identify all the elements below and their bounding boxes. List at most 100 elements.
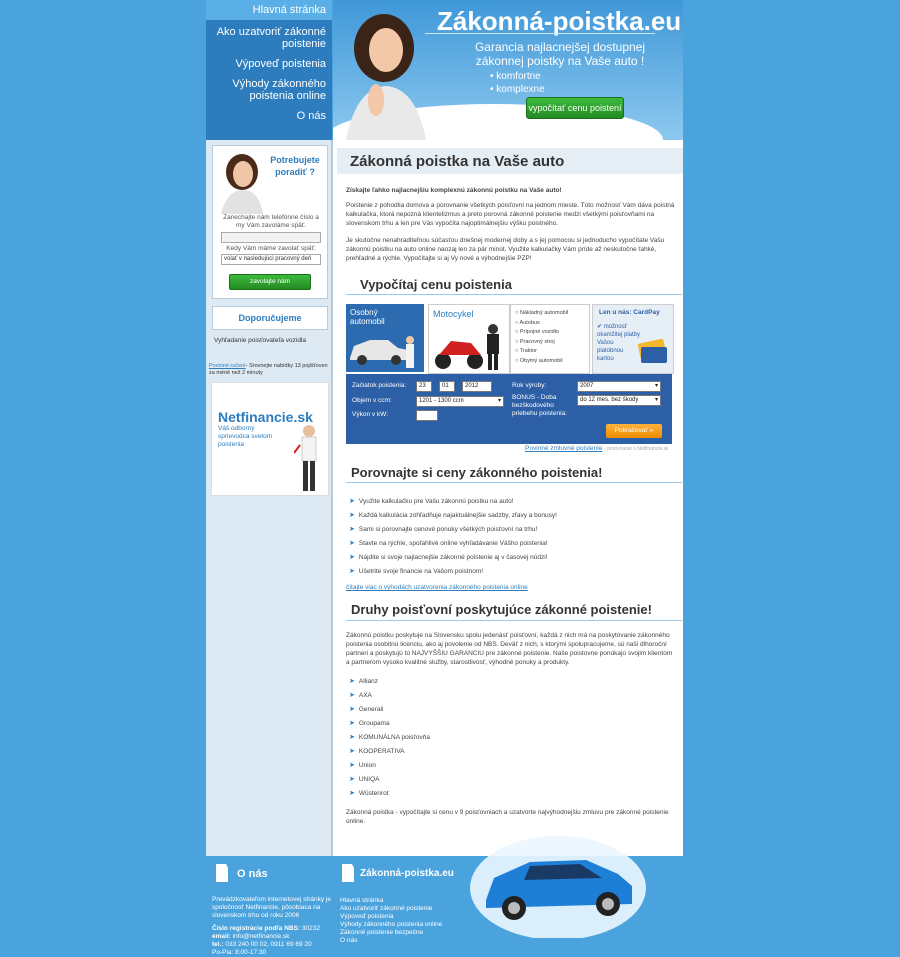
list-item: ➤ Groupama (349, 717, 430, 731)
arrow-icon: ➤ (349, 512, 355, 519)
opening-hours: Po-Pia: 8:00-17:30 (212, 949, 267, 956)
list-item: ➤ Stavte na rýchle, spoľahlivé online vyh… (349, 537, 557, 551)
year-value: 2007 (580, 383, 594, 389)
list-item: ➤ Generali (349, 703, 430, 717)
insurer-name: KOMUNÁLNA poisťovňa (358, 734, 430, 741)
radio-truck[interactable]: ○ Nákladný automobil (515, 309, 568, 319)
radio-label: Nákladný automobil (519, 310, 569, 316)
list-item: ➤ KOMUNÁLNA poisťovňa (349, 731, 430, 745)
blue-car-image (470, 836, 646, 938)
nav-how-to[interactable]: Ako uzatvoriť zákonné poistenie (206, 26, 332, 50)
insurer-name: KOOPERATIVA (358, 748, 405, 755)
bullet-text: komfortne (496, 71, 541, 82)
list-item-text: Ušetrite svoje financie na Vašom poistno… (358, 568, 484, 575)
radio-camper[interactable]: ○ Obytný automobil (515, 357, 568, 367)
arrow-icon: ➤ (349, 554, 355, 561)
email-value[interactable]: info@netfinancie.sk (233, 933, 290, 940)
insurers-heading: Druhy poisťovní poskytujúce zákonné pois… (351, 602, 652, 617)
tel-value: 033 240 00 02, 0911 69 69 20 (225, 941, 312, 948)
list-item: ➤ KOOPERATIVA (349, 745, 430, 759)
footer-link-home[interactable]: Hlavná stránka (340, 897, 442, 905)
footer-link-about[interactable]: O nás (340, 937, 442, 945)
chevron-down-icon: ▾ (654, 383, 658, 389)
when-label: Kedy Vám máme zavolať späť: (226, 245, 316, 252)
phone-input[interactable] (221, 232, 321, 243)
netfinancie-banner[interactable]: Netfinancie.sk Váš odborný sprievodca sv… (211, 382, 329, 496)
insurer-name: Wüstenrot (358, 790, 389, 797)
radio-label: Traktor (519, 348, 537, 355)
calc-heading: Vypočítaj cenu poistenia (360, 277, 512, 292)
footer-link-benefits[interactable]: Výhody zákonného poistenia online (340, 921, 442, 929)
radio-label: Pracovný stroj (519, 338, 555, 345)
chevron-down-icon: ▾ (497, 398, 501, 404)
insurers-list: ➤ Allianz ➤ AXA ➤ Generali ➤ Groupama ➤ KOMUN… (349, 675, 430, 801)
operator-avatar (221, 154, 263, 214)
callback-text: Zanechajte nám telefónne číslo a my Vám … (223, 214, 319, 229)
radio-bus[interactable]: ○ Autobus (515, 319, 568, 329)
ad-text: Povinné ručení- Srovnejte nabídky 13 poj… (209, 363, 331, 377)
continue-button[interactable]: Pokračovať » (606, 424, 662, 438)
car-image (350, 336, 414, 368)
call-us-button[interactable]: zavolajte nám (229, 274, 311, 290)
cardpay-desc: možnosť okamžitej platby Vašou platobnou… (597, 324, 641, 362)
advice-box: Potrebujete poradiť ? Zanechajte nám tel… (212, 145, 328, 299)
list-item: ➤ UNIQA (349, 773, 430, 787)
start-year-input[interactable]: 2012 (462, 381, 492, 392)
bonus-label: BONUS - Doba bezškodového priebehu poist… (512, 394, 567, 417)
list-item-text: Každá kalkulácia zohľadňuje najaktuálnej… (358, 512, 557, 519)
nav-home[interactable]: Hlavná stránka (206, 0, 332, 20)
arrow-icon: ➤ (349, 526, 355, 533)
year-select[interactable]: 2007 ▾ (577, 381, 661, 392)
start-day-input[interactable]: 23 (416, 381, 432, 392)
nbs-label: Číslo registrácie podľa NBS: (212, 925, 301, 932)
nav-cancel[interactable]: Výpoveď poistenia (206, 58, 332, 70)
tab-motorcycle[interactable]: Motocykel (428, 304, 510, 374)
volume-select[interactable]: 1201 - 1300 ccm ▾ (416, 396, 504, 407)
check-icon: ✔ (597, 324, 603, 330)
arrow-icon: ➤ (349, 720, 355, 727)
tab-car[interactable]: Osobný automobil (346, 304, 424, 372)
mandatory-insurance-link[interactable]: Povinné zmluvné poistenie (525, 445, 602, 452)
lead-text: Získajte ľahko najlacnejšiu komplexnú zá… (346, 187, 562, 194)
compare-heading: Porovnajte si ceny zákonného poistenia! (351, 465, 603, 480)
year-label: Rok výroby: (512, 382, 547, 389)
radio-trailer[interactable]: ○ Prípojné vozidlo (515, 328, 568, 338)
email-line: email: info@netfinancie.sk (212, 933, 334, 941)
start-month-input[interactable]: 01 (439, 381, 455, 392)
when-select[interactable]: volať v nasledujúci pracovný deň (221, 254, 321, 265)
more-benefits-link[interactable]: čítajte viac o výhodách uzatvorenia záko… (346, 584, 528, 591)
arrow-icon: ➤ (349, 706, 355, 713)
nbs-value: 30232 (301, 925, 320, 932)
calculate-button[interactable]: vypočítať cenu poistení (526, 97, 624, 119)
email-label: email: (212, 933, 231, 940)
radio-label: Autobus (519, 319, 540, 326)
footer-contact: Číslo registrácie podľa NBS: 30232 email… (212, 925, 334, 957)
calculator-form: Začiatok poistenia: 23 01 2012 Rok výrob… (346, 374, 672, 444)
bonus-value: do 12 mes. bez škody (580, 397, 639, 403)
bullet-text: komplexne (496, 84, 545, 95)
arrow-icon: ➤ (349, 776, 355, 783)
nav-benefits[interactable]: Výhody zákonného poistenia online (206, 78, 332, 102)
footer-about-title: O nás (237, 868, 268, 880)
intro-paragraph-2: Je skutočne nenahraditeľnou súčasťou dne… (346, 237, 665, 262)
power-label: Výkon v kW: (352, 411, 389, 418)
footer-link-how-to[interactable]: Ako uzatvoriť zákonné poistenie (340, 905, 442, 913)
nav-about[interactable]: O nás (206, 110, 332, 122)
ad-link[interactable]: Povinné ručení (209, 363, 246, 369)
list-item: ➤ Sami si porovnajte cenové ponuky všetký… (349, 523, 557, 537)
power-input[interactable] (416, 410, 438, 421)
bonus-select[interactable]: do 12 mes. bez škody ▾ (577, 395, 661, 406)
list-item: ➤ Ušetrite svoje financie na Vašom poistn… (349, 565, 557, 579)
footer-link-safe[interactable]: Zákonné poistenie bezpečne (340, 929, 442, 937)
arrow-icon: ➤ (349, 678, 355, 685)
radio-tractor[interactable]: ○ Traktor (515, 347, 568, 357)
footer-link-cancel[interactable]: Výpoveď poistenia (340, 913, 442, 921)
list-item: ➤ Union (349, 759, 430, 773)
insurer-name: UNIQA (358, 776, 380, 783)
recommend-item[interactable]: Vyhľadanie poisťovateľa vozidla (214, 337, 306, 344)
calc-footer: Povinné zmluvné poistenie - porovnanie s… (525, 445, 669, 452)
arrow-icon: ➤ (349, 692, 355, 699)
list-item: ➤ Allianz (349, 675, 430, 689)
tab-moto-label: Motocykel (433, 309, 474, 319)
radio-work-machine[interactable]: ○ Pracovný stroj (515, 338, 568, 348)
